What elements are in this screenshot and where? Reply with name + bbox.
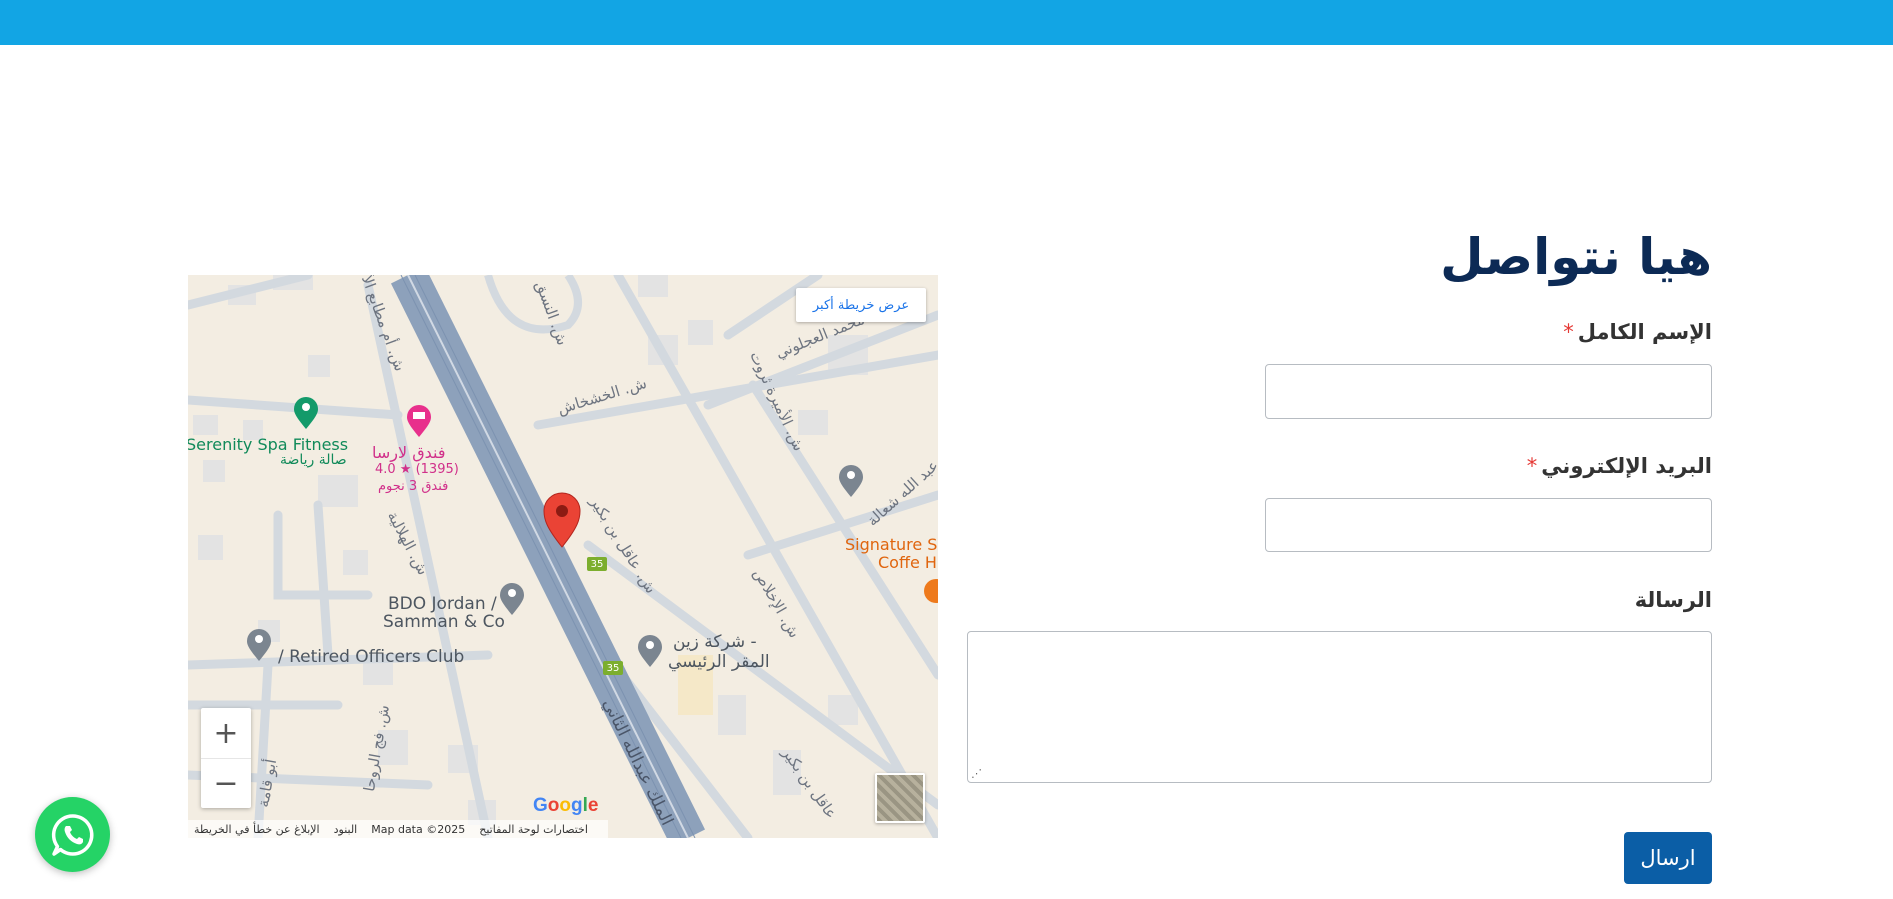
email-label: البريد الإلكتروني*	[1527, 454, 1712, 478]
poi-officers-club[interactable]: / Retired Officers Club	[278, 648, 464, 667]
zoom-in-button[interactable]: +	[201, 708, 251, 758]
whatsapp-chat-button[interactable]	[35, 797, 110, 872]
email-label-text: البريد الإلكتروني	[1541, 454, 1712, 478]
zoom-out-button[interactable]: −	[201, 758, 251, 808]
message-label: الرسالة	[1634, 588, 1712, 612]
full-name-label: الإسم الكامل*	[1563, 320, 1712, 344]
google-logo: Google	[533, 795, 599, 816]
keyboard-shortcuts-link[interactable]: اختصارات لوحة المفاتيح	[479, 823, 588, 836]
poi-hotel-type: فندق 3 نجوم	[378, 479, 449, 494]
poi-zain-line2: المقر الرئيسي	[668, 652, 770, 672]
full-name-input[interactable]	[1265, 364, 1712, 419]
poi-hotel-name[interactable]: فندق لارسا	[372, 444, 446, 462]
map-attribution-bar: الإبلاغ عن خطأ في الخريطة البنود Map dat…	[188, 820, 608, 838]
route-badge: 35	[603, 661, 623, 675]
resize-grip-icon[interactable]: ⋰	[971, 767, 982, 780]
submit-button[interactable]: ارسال	[1624, 832, 1712, 884]
poi-signature-line1[interactable]: Signature Sc	[845, 536, 938, 554]
whatsapp-icon	[51, 813, 93, 856]
message-textarea[interactable]: ⋰	[967, 631, 1712, 783]
route-badge: 35	[587, 557, 607, 571]
satellite-view-toggle[interactable]	[875, 773, 925, 823]
map-data-credit: Map data ©2025	[371, 822, 466, 836]
poi-bdo[interactable]: BDO Jordan /	[388, 595, 497, 614]
poi-hotel-rating: 4.0 ★ (1395)	[375, 462, 459, 477]
poi-spa-name[interactable]: Serenity Spa Fitness	[188, 436, 348, 454]
poi-signature-line2: Coffe H	[878, 553, 937, 572]
report-map-error-link[interactable]: الإبلاغ عن خطأ في الخريطة	[194, 823, 320, 836]
poi-spa-type: صالة رياضة	[280, 452, 347, 468]
required-asterisk: *	[1526, 454, 1538, 478]
view-larger-map-link[interactable]: عرض خريطة أكبر	[796, 288, 926, 322]
poi-bdo-line2: Samman & Co	[383, 612, 505, 632]
email-input[interactable]	[1265, 498, 1712, 552]
terms-link[interactable]: البنود	[334, 823, 358, 836]
required-asterisk: *	[1563, 320, 1574, 344]
map-base-layer	[188, 275, 938, 838]
top-header-bar	[0, 0, 1893, 45]
zoom-controls: + −	[201, 708, 251, 808]
contact-form-title: هيا نتواصل	[1440, 228, 1712, 286]
full-name-label-text: الإسم الكامل	[1577, 320, 1712, 344]
poi-zain-line1[interactable]: شركة زين -	[673, 633, 757, 652]
embedded-map[interactable]: 35 35 Serenity Spa Fitness صالة رياضة فن…	[188, 275, 938, 838]
